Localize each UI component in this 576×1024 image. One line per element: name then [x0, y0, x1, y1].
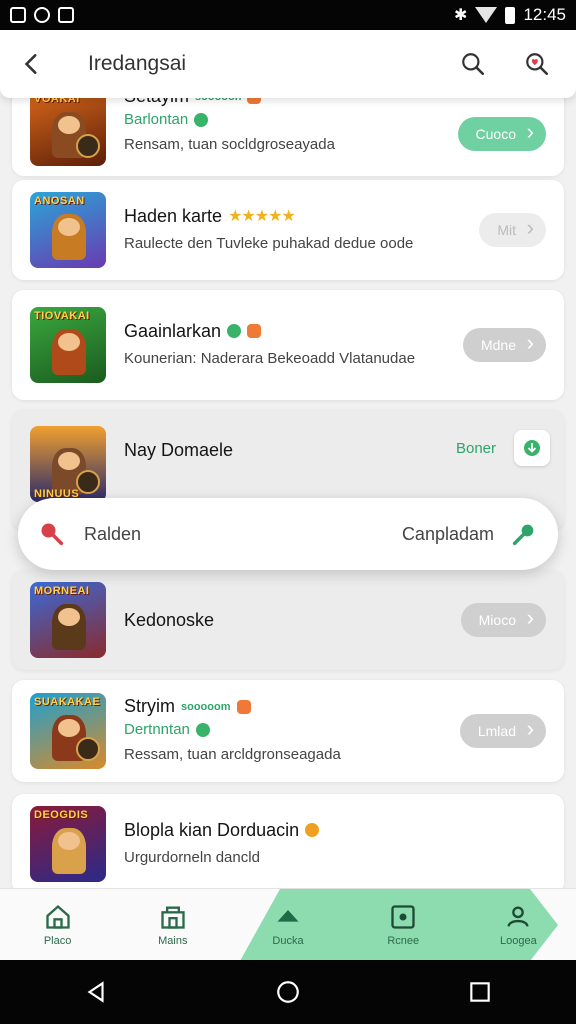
home-icon [45, 904, 70, 929]
verified-icon [194, 112, 209, 127]
recents-square-icon[interactable] [467, 979, 493, 1005]
pin-green-icon[interactable] [510, 520, 538, 548]
game-thumbnail: SUAKAKAE [30, 693, 106, 769]
status-bar: ✱ 12:45 [0, 0, 576, 30]
nav-item-ducka[interactable]: Ducka [230, 889, 345, 960]
download-icon [524, 440, 540, 456]
badge-icon [236, 699, 251, 714]
system-navigation-bar [0, 960, 576, 1024]
home-circle-icon[interactable] [275, 979, 301, 1005]
game-thumbnail: MORNEAI [30, 582, 106, 658]
game-tag: sooooom [181, 700, 231, 713]
game-thumbnail: TIOVAKAI [30, 307, 106, 383]
bottom-navigation: Placo Mains Ducka Rcnee Loogea [0, 888, 576, 961]
game-thumbnail: DEOGDIS [30, 806, 106, 882]
verified-icon [227, 324, 242, 338]
list-item[interactable]: MORNEAI Kedonoske Mioco [12, 570, 564, 670]
verified-icon [195, 722, 210, 737]
rating-stars: ★★★★★ [228, 208, 296, 225]
nav-item-mains[interactable]: Mains [115, 889, 230, 960]
gallery-notification-icon [58, 7, 74, 23]
image-notification-icon [10, 7, 26, 23]
list-item[interactable]: SUAKAKAE Stryim sooooom Dertnntan Ressam,… [12, 680, 564, 782]
game-thumbnail: VOAKAI [30, 90, 106, 166]
battery-icon [505, 6, 516, 24]
floating-bar-left-label[interactable]: Ralden [84, 524, 141, 545]
clock: 12:45 [523, 5, 566, 24]
card-action-button[interactable]: Cuoco [457, 117, 546, 151]
badge-icon [305, 823, 320, 837]
game-name: Gaainlarkan [124, 320, 222, 341]
list-item[interactable]: TIOVAKAI Gaainlarkan Kounerian: Naderara… [12, 290, 564, 400]
list-item[interactable]: ANOSAN Haden karte ★★★★★ Raulecte den Tuv… [12, 180, 564, 280]
game-name: Nay Domaele [124, 440, 234, 460]
profile-icon [507, 906, 529, 927]
game-name: Blopla kian Dorduacin [124, 819, 300, 840]
floating-action-bar[interactable]: Ralden Canpladam [18, 498, 558, 570]
nav-item-loogea[interactable]: Loogea [461, 889, 576, 960]
back-button[interactable] [0, 51, 64, 77]
badge-icon [247, 324, 262, 338]
pin-icon[interactable] [38, 520, 66, 548]
favorites-search-icon[interactable] [524, 51, 550, 77]
back-triangle-icon[interactable] [83, 979, 109, 1005]
card-action-button[interactable]: Mit [479, 213, 546, 247]
game-name: Stryim [124, 696, 175, 716]
card-action-button[interactable]: Mioco [460, 603, 546, 637]
nav-item-home[interactable]: Placo [0, 889, 115, 960]
list-item[interactable]: DEOGDIS Blopla kian Dorduacin Urgurdorne… [12, 794, 564, 894]
game-subtitle: Dertnntan [124, 721, 190, 738]
store-icon [161, 906, 185, 929]
card-side-label: Boner [455, 440, 496, 457]
search-icon[interactable] [460, 51, 486, 77]
game-thumbnail: ANOSAN [30, 192, 106, 268]
bluetooth-icon: ✱ [454, 7, 468, 24]
game-thumbnail: NINUUS [30, 426, 106, 502]
game-name: Haden karte [124, 205, 223, 226]
card-action-button[interactable]: Mdne [462, 328, 546, 362]
app-bar: Iredangsai [0, 30, 576, 98]
camera-icon [391, 904, 415, 929]
ship-icon [277, 909, 299, 922]
game-description: Urgurdorneln dancld [124, 848, 260, 866]
floating-bar-right-label[interactable]: Canpladam [402, 524, 494, 545]
wifi-icon [475, 7, 498, 23]
page-title: Iredangsai [88, 52, 187, 75]
chevron-left-icon [24, 54, 37, 74]
circle-notification-icon [34, 7, 50, 23]
game-subtitle: Barlontan [124, 111, 189, 128]
card-action-button[interactable]: Lmlad [459, 714, 546, 748]
download-tile[interactable] [514, 430, 550, 466]
nav-item-rcnee[interactable]: Rcnee [346, 889, 461, 960]
